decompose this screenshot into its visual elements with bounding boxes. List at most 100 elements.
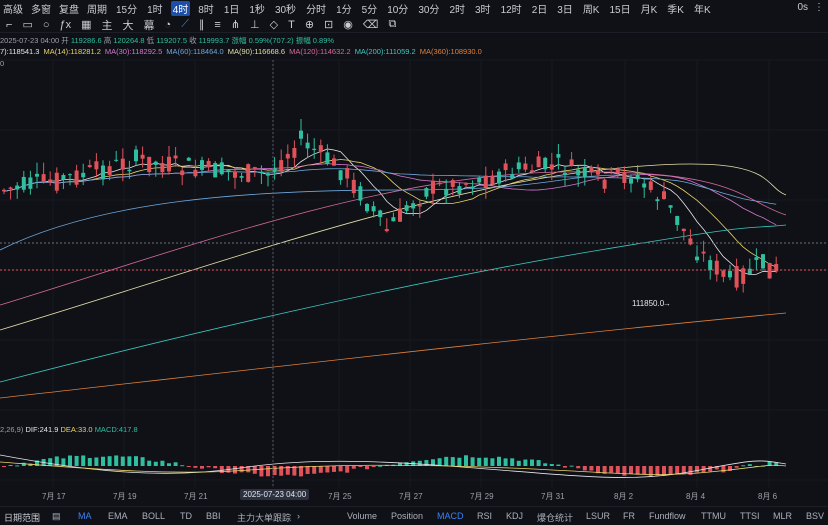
candle: [239, 172, 244, 183]
macd-bar: [635, 466, 640, 475]
candle: [497, 168, 501, 187]
indicator-ma[interactable]: MA: [78, 511, 92, 521]
indicator-whale[interactable]: 主力大单跟踪: [237, 511, 291, 524]
indicator-fundflow[interactable]: Fundflow: [649, 511, 686, 521]
candle: [21, 170, 26, 193]
macd-bar: [147, 460, 152, 466]
macd-bar: [457, 457, 462, 466]
candle: [754, 248, 759, 271]
calendar-icon[interactable]: ▤: [52, 511, 61, 522]
indicator-fr[interactable]: FR: [623, 511, 635, 521]
macd-dif: DIF:241.9: [25, 425, 59, 434]
indicator-boll[interactable]: BOLL: [142, 511, 165, 521]
macd-bar: [536, 460, 541, 466]
candle: [530, 164, 534, 173]
indicator-rsi[interactable]: RSI: [477, 511, 492, 521]
macd-bar: [734, 466, 739, 468]
macd-bar: [186, 466, 191, 467]
candle: [761, 253, 765, 271]
macd-bar: [266, 466, 270, 477]
macd-bar: [233, 466, 237, 474]
indicator-position[interactable]: Position: [391, 511, 423, 521]
date-range-button[interactable]: 日期范围: [4, 511, 40, 524]
candle: [371, 201, 376, 218]
candle: [398, 198, 402, 223]
macd-bar: [134, 456, 138, 466]
ma-line: [3, 168, 777, 205]
candle: [662, 182, 666, 200]
candle: [602, 178, 607, 193]
ma-line: [0, 174, 621, 251]
candle: [35, 162, 39, 189]
macd-bar: [655, 466, 660, 476]
x-tick: 7月 21: [184, 492, 208, 501]
macd-bar: [312, 466, 317, 474]
macd-bar: [358, 466, 363, 467]
candle: [391, 212, 396, 222]
candle: [741, 265, 746, 293]
candle: [569, 152, 574, 167]
candle: [490, 170, 495, 186]
chevron-right-icon[interactable]: ›: [297, 511, 300, 521]
candle: [54, 167, 59, 194]
ma-line: [0, 312, 787, 399]
macd-bar: [437, 458, 442, 466]
macd-bar: [615, 466, 620, 474]
indicator-kdj[interactable]: KDJ: [506, 511, 523, 521]
candle: [714, 253, 719, 282]
macd-bar: [2, 466, 6, 467]
indicator-macd[interactable]: MACD: [437, 511, 464, 521]
candle: [180, 167, 185, 186]
macd-bar: [206, 466, 211, 468]
candle: [325, 144, 330, 166]
candle: [404, 200, 409, 214]
macd-bar: [114, 455, 119, 466]
macd-bar: [81, 455, 86, 466]
macd-bar: [140, 457, 145, 466]
candle: [503, 159, 508, 182]
macd-params: 2,26,9): [0, 425, 24, 434]
macd-bar: [497, 456, 501, 466]
macd-bar: [160, 460, 165, 466]
macd-bar: [239, 466, 244, 473]
candle: [81, 163, 86, 186]
macd-bar: [61, 458, 66, 466]
indicator-td[interactable]: TD: [180, 511, 192, 521]
macd-bar: [609, 466, 614, 473]
macd-bar: [510, 458, 515, 466]
indicator-liquidation[interactable]: 爆仓统计: [537, 511, 573, 524]
macd-bar: [477, 457, 482, 466]
macd-bar: [569, 465, 574, 467]
indicator-volume[interactable]: Volume: [347, 511, 377, 521]
macd-bar: [332, 466, 336, 472]
macd-bar: [424, 460, 429, 466]
candle: [424, 187, 429, 200]
candle: [721, 269, 726, 283]
macd-bar: [589, 466, 594, 471]
candle: [147, 156, 152, 177]
indicator-ttmu[interactable]: TTMU: [701, 511, 726, 521]
macd-bar: [338, 466, 343, 472]
macd-bar: [668, 466, 673, 475]
indicator-ttsi[interactable]: TTSI: [740, 511, 760, 521]
candle: [365, 202, 369, 214]
indicator-bbi[interactable]: BBI: [206, 511, 221, 521]
indicator-ema[interactable]: EMA: [108, 511, 128, 521]
indicator-bsv[interactable]: BSV: [806, 511, 824, 521]
candle: [642, 177, 647, 198]
x-tick: 7月 31: [541, 492, 565, 501]
macd-bar: [68, 455, 72, 466]
macd-bar: [675, 466, 680, 474]
indicator-mlr[interactable]: MLR: [773, 511, 792, 521]
candle: [114, 150, 119, 163]
macd-bar: [213, 466, 218, 469]
macd-bar: [48, 458, 53, 466]
macd-bar: [721, 466, 726, 473]
macd-bar: [173, 462, 178, 466]
indicator-lsur[interactable]: LSUR: [586, 511, 610, 521]
candle: [516, 156, 521, 173]
candle: [332, 154, 336, 166]
macd-bar: [543, 463, 548, 466]
candle: [94, 153, 99, 178]
candle: [384, 218, 389, 233]
